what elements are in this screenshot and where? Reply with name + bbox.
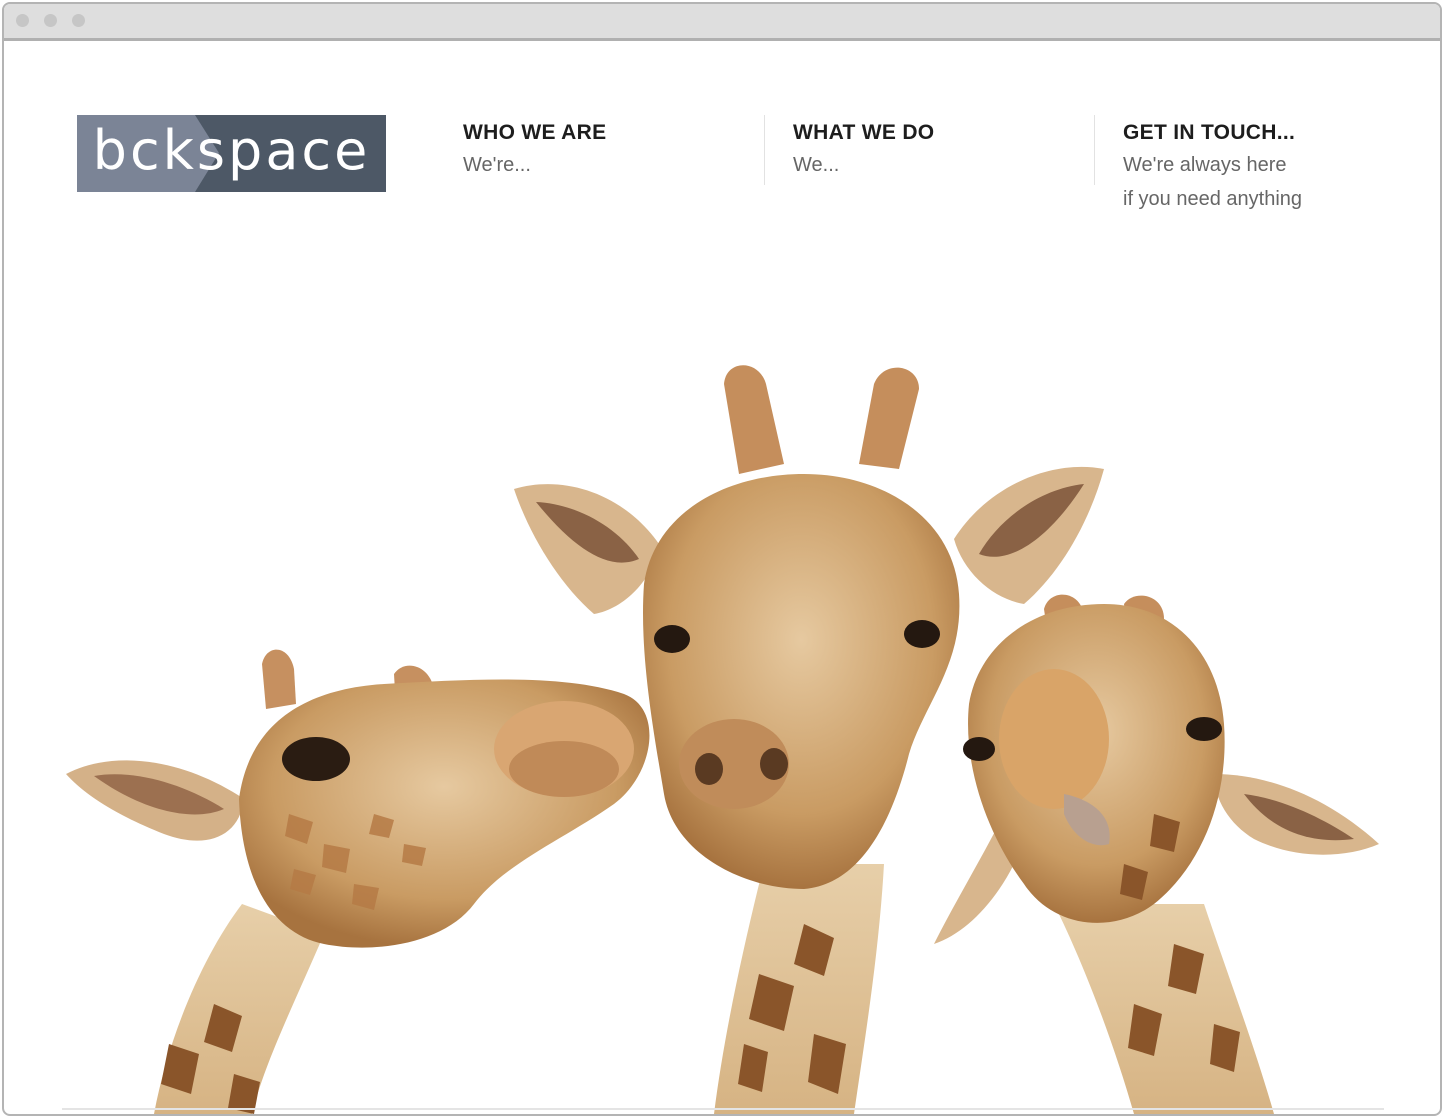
hero-image — [4, 344, 1440, 1114]
close-window-icon[interactable] — [16, 14, 29, 27]
footer-divider — [62, 1108, 1384, 1110]
title-bar — [4, 4, 1440, 41]
nav-divider — [1094, 115, 1095, 185]
nav-title-get-in-touch[interactable]: GET IN TOUCH... — [1123, 121, 1302, 145]
browser-window: bckspace WHO WE ARE We're... WHAT WE DO … — [2, 2, 1442, 1116]
maximize-window-icon[interactable] — [72, 14, 85, 27]
giraffe-right-icon — [934, 594, 1379, 1114]
nav-desc-who-we-are: We're... — [463, 154, 531, 176]
nav-get-in-touch[interactable]: GET IN TOUCH... We're always here if you… — [1123, 115, 1302, 216]
giraffe-left-icon — [66, 649, 650, 1114]
nav-who-we-are[interactable]: WHO WE ARE We're... — [463, 115, 606, 182]
nav-title-what-we-do[interactable]: WHAT WE DO — [793, 121, 934, 145]
nav-desc-what-we-do: We... — [793, 154, 840, 176]
logo-text: bckspace — [92, 119, 371, 182]
nav-divider — [764, 115, 765, 185]
nav-what-we-do[interactable]: WHAT WE DO We... — [793, 115, 934, 182]
nav-title-who-we-are[interactable]: WHO WE ARE — [463, 121, 606, 145]
nav-desc-get-in-touch-1: We're always here — [1123, 154, 1287, 176]
minimize-window-icon[interactable] — [44, 14, 57, 27]
site-logo[interactable]: bckspace — [77, 115, 386, 192]
nav-desc-get-in-touch-2: if you need anything — [1123, 188, 1303, 210]
